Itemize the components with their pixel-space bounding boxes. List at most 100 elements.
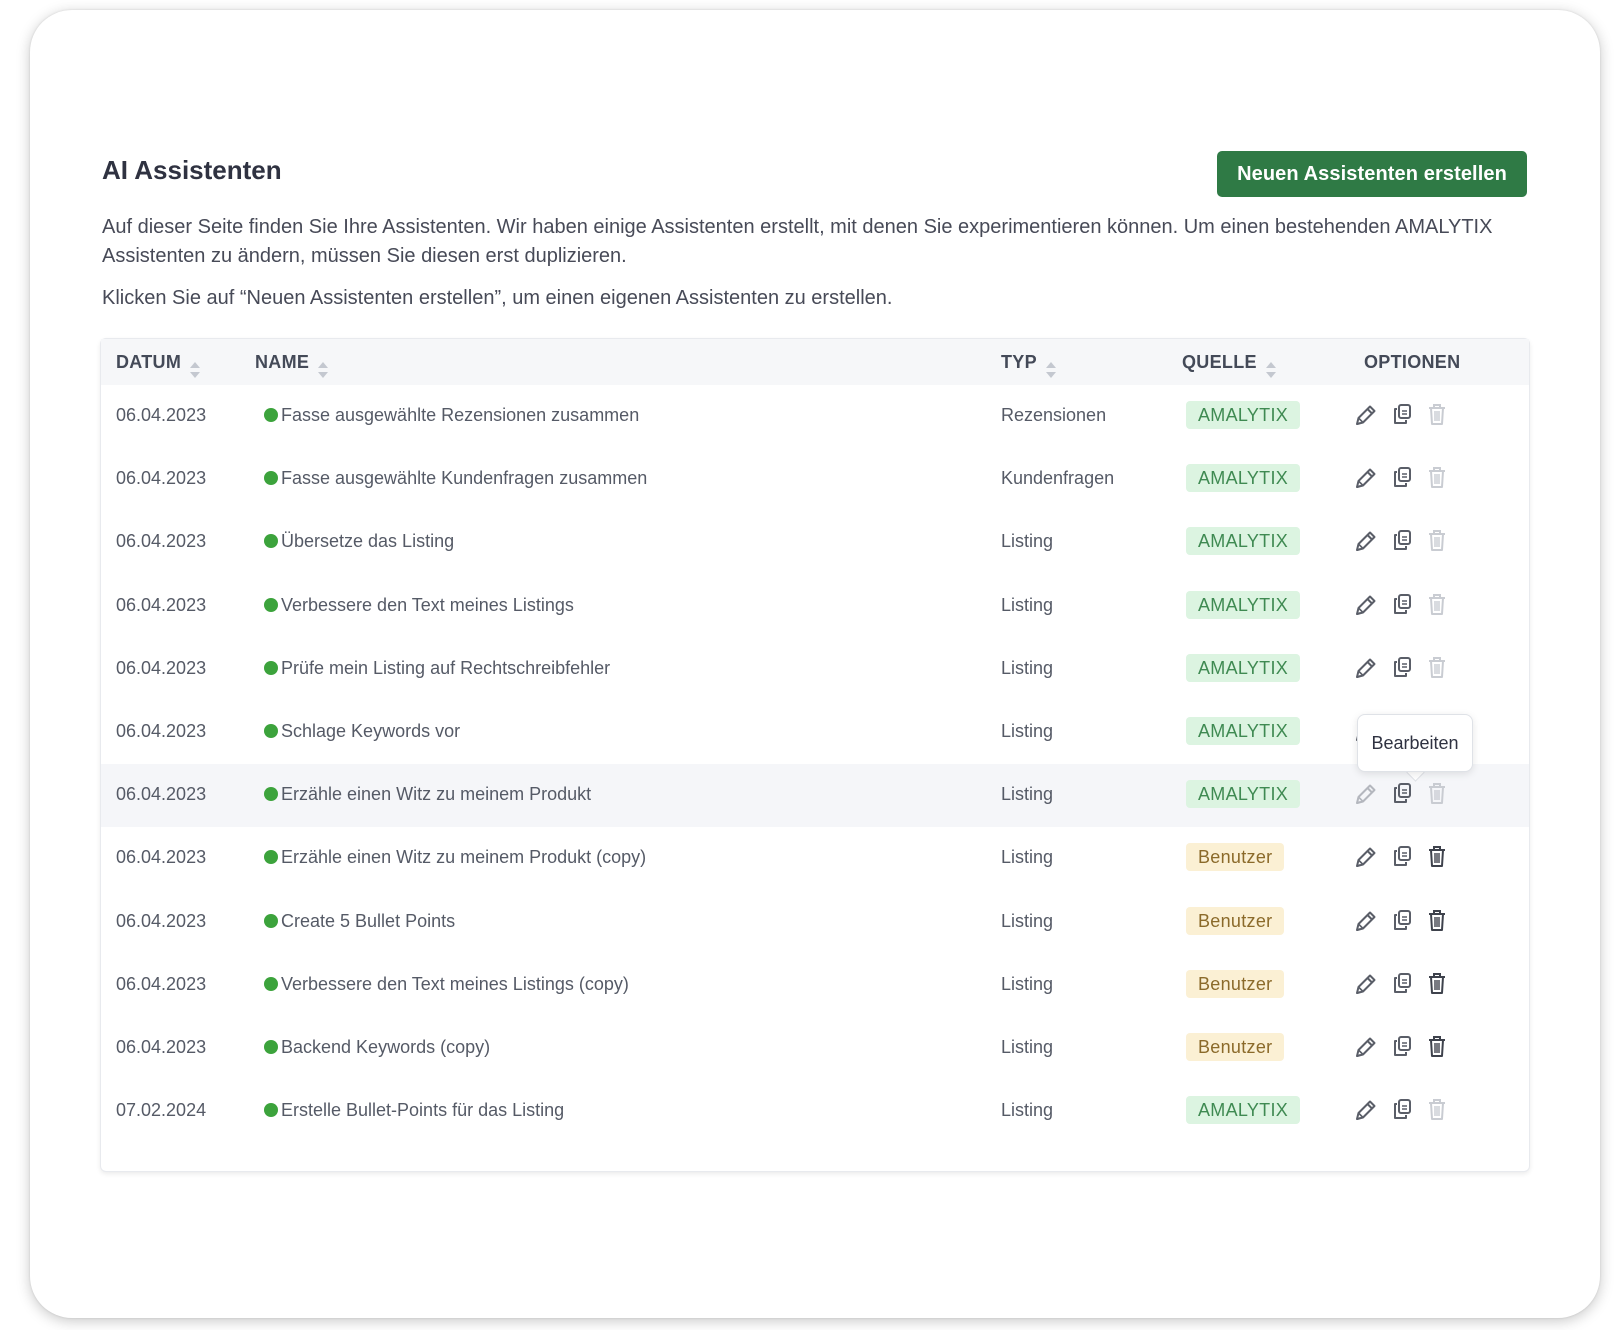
trash-icon — [1424, 1096, 1450, 1124]
sort-icon[interactable] — [1265, 351, 1277, 379]
cell-datum: 06.04.2023 — [116, 531, 207, 552]
trash-icon[interactable] — [1424, 907, 1450, 935]
pencil-icon[interactable] — [1352, 843, 1378, 871]
copy-icon[interactable] — [1390, 1033, 1416, 1061]
source-badge: Benutzer — [1186, 969, 1285, 998]
page-hint: Klicken Sie auf “Neuen Assistenten erste… — [102, 287, 893, 309]
table-row[interactable]: 06.04.2023 Schlage Keywords vor Listing AMA… — [101, 701, 1529, 767]
copy-icon[interactable] — [1390, 654, 1416, 682]
cell-typ: Listing — [1001, 721, 1054, 741]
source-badge: Benutzer — [1186, 843, 1285, 872]
cell-typ: Listing — [1001, 594, 1054, 615]
status-dot — [264, 534, 278, 549]
cell-datum: 06.04.2023 — [116, 847, 207, 868]
copy-icon[interactable] — [1390, 907, 1416, 935]
pencil-icon[interactable] — [1352, 591, 1378, 619]
table-row[interactable]: 06.04.2023 Erzähle einen Witz zu meinem P… — [101, 764, 1529, 831]
cell-name: Übersetze das Listing — [281, 531, 455, 552]
status-dot — [264, 597, 278, 612]
column-header-datum[interactable]: DATUM — [116, 339, 201, 385]
table-row[interactable]: 07.02.2024 Erstelle Bullet-Points für das… — [101, 1080, 1529, 1146]
cell-name: Fasse ausgewählte Kundenfragen zusammen — [281, 468, 648, 489]
table-row[interactable]: 06.04.2023 Verbessere den Text meines Lis… — [101, 953, 1529, 1020]
cell-typ: Kundenfragen — [1001, 468, 1115, 489]
cell-name: Verbessere den Text meines Listings — [281, 594, 574, 615]
pencil-icon[interactable] — [1352, 970, 1378, 998]
trash-icon — [1424, 591, 1450, 619]
column-header-quelle[interactable]: QUELLE — [1182, 339, 1277, 385]
cell-name: Create 5 Bullet Points — [281, 910, 456, 931]
column-label-datum: DATUM — [116, 352, 182, 372]
cell-datum: 06.04.2023 — [116, 405, 207, 425]
status-dot — [264, 1103, 278, 1118]
sort-icon[interactable] — [317, 351, 329, 379]
table-row[interactable]: 06.04.2023 Prüfe mein Listing auf Rechtsc… — [101, 637, 1529, 704]
table-row[interactable]: 06.04.2023 Übersetze das Listing Listing AM… — [101, 511, 1529, 578]
cell-typ: Listing — [1001, 531, 1054, 552]
cell-name: Prüfe mein Listing auf Rechtschreibfehle… — [281, 657, 611, 678]
column-label-quelle: QUELLE — [1182, 352, 1257, 372]
status-dot — [264, 787, 278, 802]
source-badge: AMALYTIX — [1186, 464, 1301, 493]
status-dot — [264, 408, 278, 422]
copy-icon[interactable] — [1390, 464, 1416, 492]
cell-typ: Listing — [1001, 910, 1054, 931]
trash-icon — [1424, 780, 1450, 808]
source-badge: Benutzer — [1186, 906, 1285, 935]
table-row[interactable]: 06.04.2023 Backend Keywords (copy) Listing… — [101, 1017, 1529, 1083]
cell-name: Backend Keywords (copy) — [281, 1037, 491, 1057]
copy-icon[interactable] — [1390, 970, 1416, 998]
trash-icon[interactable] — [1424, 970, 1450, 998]
pencil-icon[interactable] — [1352, 907, 1378, 935]
cell-datum: 06.04.2023 — [116, 657, 207, 678]
assistants-table: DATUM NAME TYP QUELLE OPTIONEN 06.04.202… — [100, 338, 1530, 1172]
table-row[interactable]: 06.04.2023 Fasse ausgewählte Kundenfragen… — [101, 448, 1529, 515]
cell-typ: Listing — [1001, 657, 1054, 678]
copy-icon[interactable] — [1390, 527, 1416, 555]
cell-typ: Listing — [1001, 784, 1054, 805]
column-header-name[interactable]: NAME — [255, 339, 329, 385]
sort-icon[interactable] — [1045, 351, 1057, 379]
pencil-icon[interactable] — [1352, 527, 1378, 555]
column-header-typ[interactable]: TYP — [1001, 339, 1057, 385]
cell-typ: Listing — [1001, 1100, 1054, 1121]
pencil-icon[interactable] — [1352, 654, 1378, 682]
table-row[interactable]: 06.04.2023 Fasse ausgewählte Rezensionen … — [101, 385, 1529, 451]
trash-icon[interactable] — [1424, 843, 1450, 871]
cell-name: Erstelle Bullet-Points für das Listing — [281, 1100, 565, 1121]
column-label-typ: TYP — [1001, 352, 1037, 372]
column-header-optionen: OPTIONEN — [1364, 339, 1460, 385]
cell-datum: 06.04.2023 — [116, 1037, 207, 1057]
edit-tooltip: Bearbeiten — [1357, 714, 1473, 772]
copy-icon[interactable] — [1390, 780, 1416, 808]
pencil-icon[interactable] — [1352, 1033, 1378, 1061]
pencil-icon[interactable] — [1352, 401, 1378, 429]
table-header: DATUM NAME TYP QUELLE OPTIONEN — [101, 339, 1529, 386]
sort-icon[interactable] — [189, 351, 201, 379]
pencil-icon[interactable] — [1352, 464, 1378, 492]
cell-datum: 06.04.2023 — [116, 973, 207, 994]
page-description: Auf dieser Seite finden Sie Ihre Assiste… — [102, 216, 1493, 267]
pencil-icon[interactable] — [1352, 780, 1378, 808]
copy-icon[interactable] — [1390, 591, 1416, 619]
copy-icon[interactable] — [1390, 401, 1416, 429]
pencil-icon[interactable] — [1352, 1096, 1378, 1124]
cell-datum: 06.04.2023 — [116, 594, 207, 615]
trash-icon[interactable] — [1424, 1033, 1450, 1061]
trash-icon — [1424, 401, 1450, 429]
trash-icon — [1424, 527, 1450, 555]
copy-icon[interactable] — [1390, 1096, 1416, 1124]
status-dot — [264, 976, 278, 991]
table-row[interactable]: 06.04.2023 Create 5 Bullet Points Listing B… — [101, 890, 1529, 957]
source-badge: AMALYTIX — [1186, 527, 1301, 556]
table-row[interactable]: 06.04.2023 Verbessere den Text meines Lis… — [101, 574, 1529, 641]
column-label-optionen: OPTIONEN — [1364, 352, 1461, 372]
copy-icon[interactable] — [1390, 843, 1416, 871]
cell-datum: 06.04.2023 — [116, 468, 207, 489]
source-badge: AMALYTIX — [1186, 653, 1301, 682]
table-row[interactable]: 06.04.2023 Erzähle einen Witz zu meinem P… — [101, 827, 1529, 894]
status-dot — [264, 1040, 278, 1054]
source-badge: AMALYTIX — [1186, 1096, 1301, 1125]
cell-datum: 06.04.2023 — [116, 721, 207, 741]
create-assistant-button[interactable]: Neuen Assistenten erstellen — [1217, 151, 1527, 197]
